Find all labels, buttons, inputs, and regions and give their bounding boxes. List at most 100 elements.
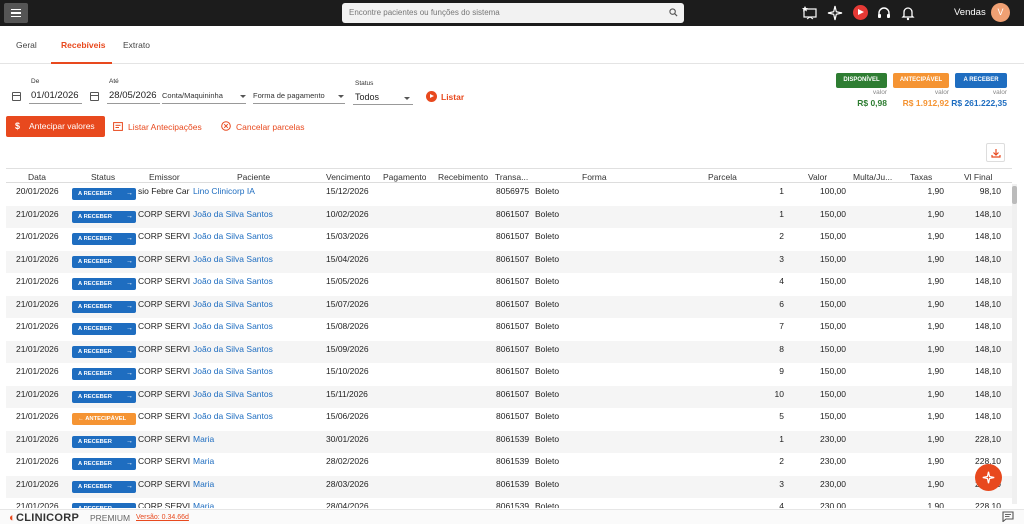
date-to-field[interactable]: 28/05/2026 xyxy=(109,90,157,101)
cell-paciente[interactable]: João da Silva Santos xyxy=(193,389,321,399)
table-row[interactable]: 21/01/2026 CORP SERVICJoão da Silva Santo… xyxy=(6,408,1012,431)
date-from-field[interactable]: 01/01/2026 xyxy=(31,90,79,101)
cell-paciente[interactable]: João da Silva Santos xyxy=(193,254,321,264)
table-row[interactable]: 21/01/2026 CORP SERVICJoão da Silva Santo… xyxy=(6,295,1012,318)
antecipavel-badge[interactable]: ANTECIPÁVEL xyxy=(893,73,949,88)
status-badge[interactable]: A RECEBER → xyxy=(72,480,136,493)
calendar-icon[interactable] xyxy=(90,92,99,101)
col-valor[interactable]: Valor xyxy=(808,172,827,182)
antecipar-valores-button[interactable]: $ Antecipar valores xyxy=(6,116,105,137)
chat-icon[interactable] xyxy=(1002,511,1014,522)
headset-icon[interactable] xyxy=(876,5,892,21)
cell-paciente[interactable]: João da Silva Santos xyxy=(193,299,321,309)
avatar[interactable]: V xyxy=(991,3,1010,22)
status-badge[interactable]: A RECEBER → xyxy=(72,210,136,223)
tab-recebiveis[interactable]: Recebíveis xyxy=(61,40,105,50)
status-badge[interactable]: A RECEBER → xyxy=(72,390,136,403)
cell-forma: Boleto xyxy=(535,411,560,421)
table-row[interactable]: 21/01/2026 CORP SERVICJoão da Silva Santo… xyxy=(6,228,1012,251)
user-name[interactable]: Vendas xyxy=(954,7,986,18)
download-button[interactable] xyxy=(986,143,1005,162)
col-recebimento[interactable]: Recebimento xyxy=(438,172,488,182)
col-status[interactable]: Status xyxy=(91,172,115,182)
table-row[interactable]: 21/01/2026 CORP SERVICMaria 28/04/2026 8061… xyxy=(6,498,1012,508)
cell-paciente[interactable]: Maria xyxy=(193,434,321,444)
tab-geral[interactable]: Geral xyxy=(16,40,37,50)
version-link[interactable]: Versão: 0.34.66d xyxy=(136,514,189,521)
chevron-down-icon[interactable] xyxy=(338,95,344,98)
table-row[interactable]: 21/01/2026 CORP SERVICJoão da Silva Santo… xyxy=(6,340,1012,363)
listar-antecipacoes-link[interactable]: Listar Antecipações xyxy=(128,122,202,132)
status-badge[interactable]: ← ANTECIPÁVEL xyxy=(72,413,136,425)
assistant-fab[interactable] xyxy=(975,464,1002,491)
cell-paciente[interactable]: João da Silva Santos xyxy=(193,231,321,241)
cell-vencimento: 28/02/2026 xyxy=(326,456,369,466)
video-record-icon[interactable] xyxy=(853,5,868,20)
table-row[interactable]: 20/01/2026 sio Febre CarieLino Clinicorp … xyxy=(6,183,1012,206)
cell-paciente[interactable]: João da Silva Santos xyxy=(193,321,321,331)
table-row[interactable]: 21/01/2026 CORP SERVICJoão da Silva Santo… xyxy=(6,250,1012,273)
status-badge[interactable]: A RECEBER → xyxy=(72,188,136,200)
search-input[interactable]: Encontre pacientes ou funções do sistema xyxy=(342,3,684,23)
col-transacao[interactable]: Transa... xyxy=(495,172,528,182)
menu-icon[interactable] xyxy=(4,3,28,23)
table-row[interactable]: 21/01/2026 CORP SERVICJoão da Silva Santo… xyxy=(6,273,1012,296)
status-badge[interactable]: A RECEBER → xyxy=(72,233,136,245)
col-vencimento[interactable]: Vencimento xyxy=(326,172,370,182)
col-parcela[interactable]: Parcela xyxy=(708,172,737,182)
cell-paciente[interactable]: João da Silva Santos xyxy=(193,344,321,354)
cell-paciente[interactable]: Lino Clinicorp IA xyxy=(193,186,321,196)
table-row[interactable]: 21/01/2026 CORP SERVICJoão da Silva Santo… xyxy=(6,385,1012,408)
status-badge[interactable]: A RECEBER → xyxy=(72,368,136,380)
col-taxas[interactable]: Taxas xyxy=(910,172,932,182)
col-pagamento[interactable]: Pagamento xyxy=(383,172,426,182)
status-badge[interactable]: A RECEBER → xyxy=(72,300,136,313)
bell-icon[interactable] xyxy=(900,5,916,21)
presentation-star-icon[interactable] xyxy=(802,5,818,21)
table-row[interactable]: 21/01/2026 CORP SERVICJoão da Silva Santo… xyxy=(6,363,1012,386)
status-badge[interactable]: A RECEBER → xyxy=(72,435,136,448)
table-row[interactable]: 21/01/2026 CORP SERVICMaria 30/01/2026 8061… xyxy=(6,430,1012,453)
status-badge[interactable]: A RECEBER → xyxy=(72,458,136,470)
col-forma[interactable]: Forma xyxy=(582,172,607,182)
col-vl-final[interactable]: Vl Final xyxy=(964,172,992,182)
cell-data: 20/01/2026 xyxy=(16,186,59,196)
cell-paciente[interactable]: João da Silva Santos xyxy=(193,276,321,286)
chevron-down-icon[interactable] xyxy=(404,97,410,100)
status-select[interactable]: Todos xyxy=(355,92,379,102)
table-row[interactable]: 21/01/2026 CORP SERVICMaria 28/03/2026 8061… xyxy=(6,475,1012,498)
col-emissor[interactable]: Emissor xyxy=(149,172,180,182)
status-badge[interactable]: A RECEBER → xyxy=(72,323,136,335)
account-select[interactable]: Conta/Maquininha xyxy=(162,91,223,100)
table-row[interactable]: 21/01/2026 CORP SERVICJoão da Silva Santo… xyxy=(6,205,1012,228)
status-badge[interactable]: A RECEBER → xyxy=(72,278,136,290)
cell-paciente[interactable]: João da Silva Santos xyxy=(193,366,321,376)
play-icon[interactable] xyxy=(426,91,437,102)
status-badge[interactable]: A RECEBER → xyxy=(72,255,136,268)
table-row[interactable]: 21/01/2026 CORP SERVICJoão da Silva Santo… xyxy=(6,318,1012,341)
a-receber-badge[interactable]: A RECEBER xyxy=(955,73,1007,88)
chevron-down-icon[interactable] xyxy=(240,95,246,98)
table-row[interactable]: 21/01/2026 CORP SERVICMaria 28/02/2026 8061… xyxy=(6,453,1012,476)
sparkle-icon[interactable] xyxy=(827,5,843,21)
cell-paciente[interactable]: Maria xyxy=(193,501,321,508)
col-multa-juros[interactable]: Multa/Ju... xyxy=(853,172,892,182)
cell-paciente[interactable]: João da Silva Santos xyxy=(193,209,321,219)
cancelar-parcelas-link[interactable]: Cancelar parcelas xyxy=(236,122,305,132)
cell-paciente[interactable]: Maria xyxy=(193,456,321,466)
tab-extrato[interactable]: Extrato xyxy=(123,40,150,50)
disponivel-badge[interactable]: DISPONÍVEL xyxy=(836,73,887,88)
status-badge[interactable]: A RECEBER → xyxy=(72,503,136,508)
table-scrollbar-thumb[interactable] xyxy=(1012,186,1017,204)
col-data[interactable]: Data xyxy=(28,172,46,182)
table-scrollbar[interactable] xyxy=(1012,184,1017,504)
calendar-icon[interactable] xyxy=(12,92,21,101)
payment-method-select[interactable]: Forma de pagamento xyxy=(253,91,325,100)
status-badge[interactable]: A RECEBER → xyxy=(72,345,136,358)
search-icon[interactable] xyxy=(669,8,678,17)
cell-parcela: 1 xyxy=(779,433,784,444)
col-paciente[interactable]: Paciente xyxy=(237,172,270,182)
cell-paciente[interactable]: João da Silva Santos xyxy=(193,411,321,421)
cell-paciente[interactable]: Maria xyxy=(193,479,321,489)
listar-button[interactable]: Listar xyxy=(441,92,464,102)
